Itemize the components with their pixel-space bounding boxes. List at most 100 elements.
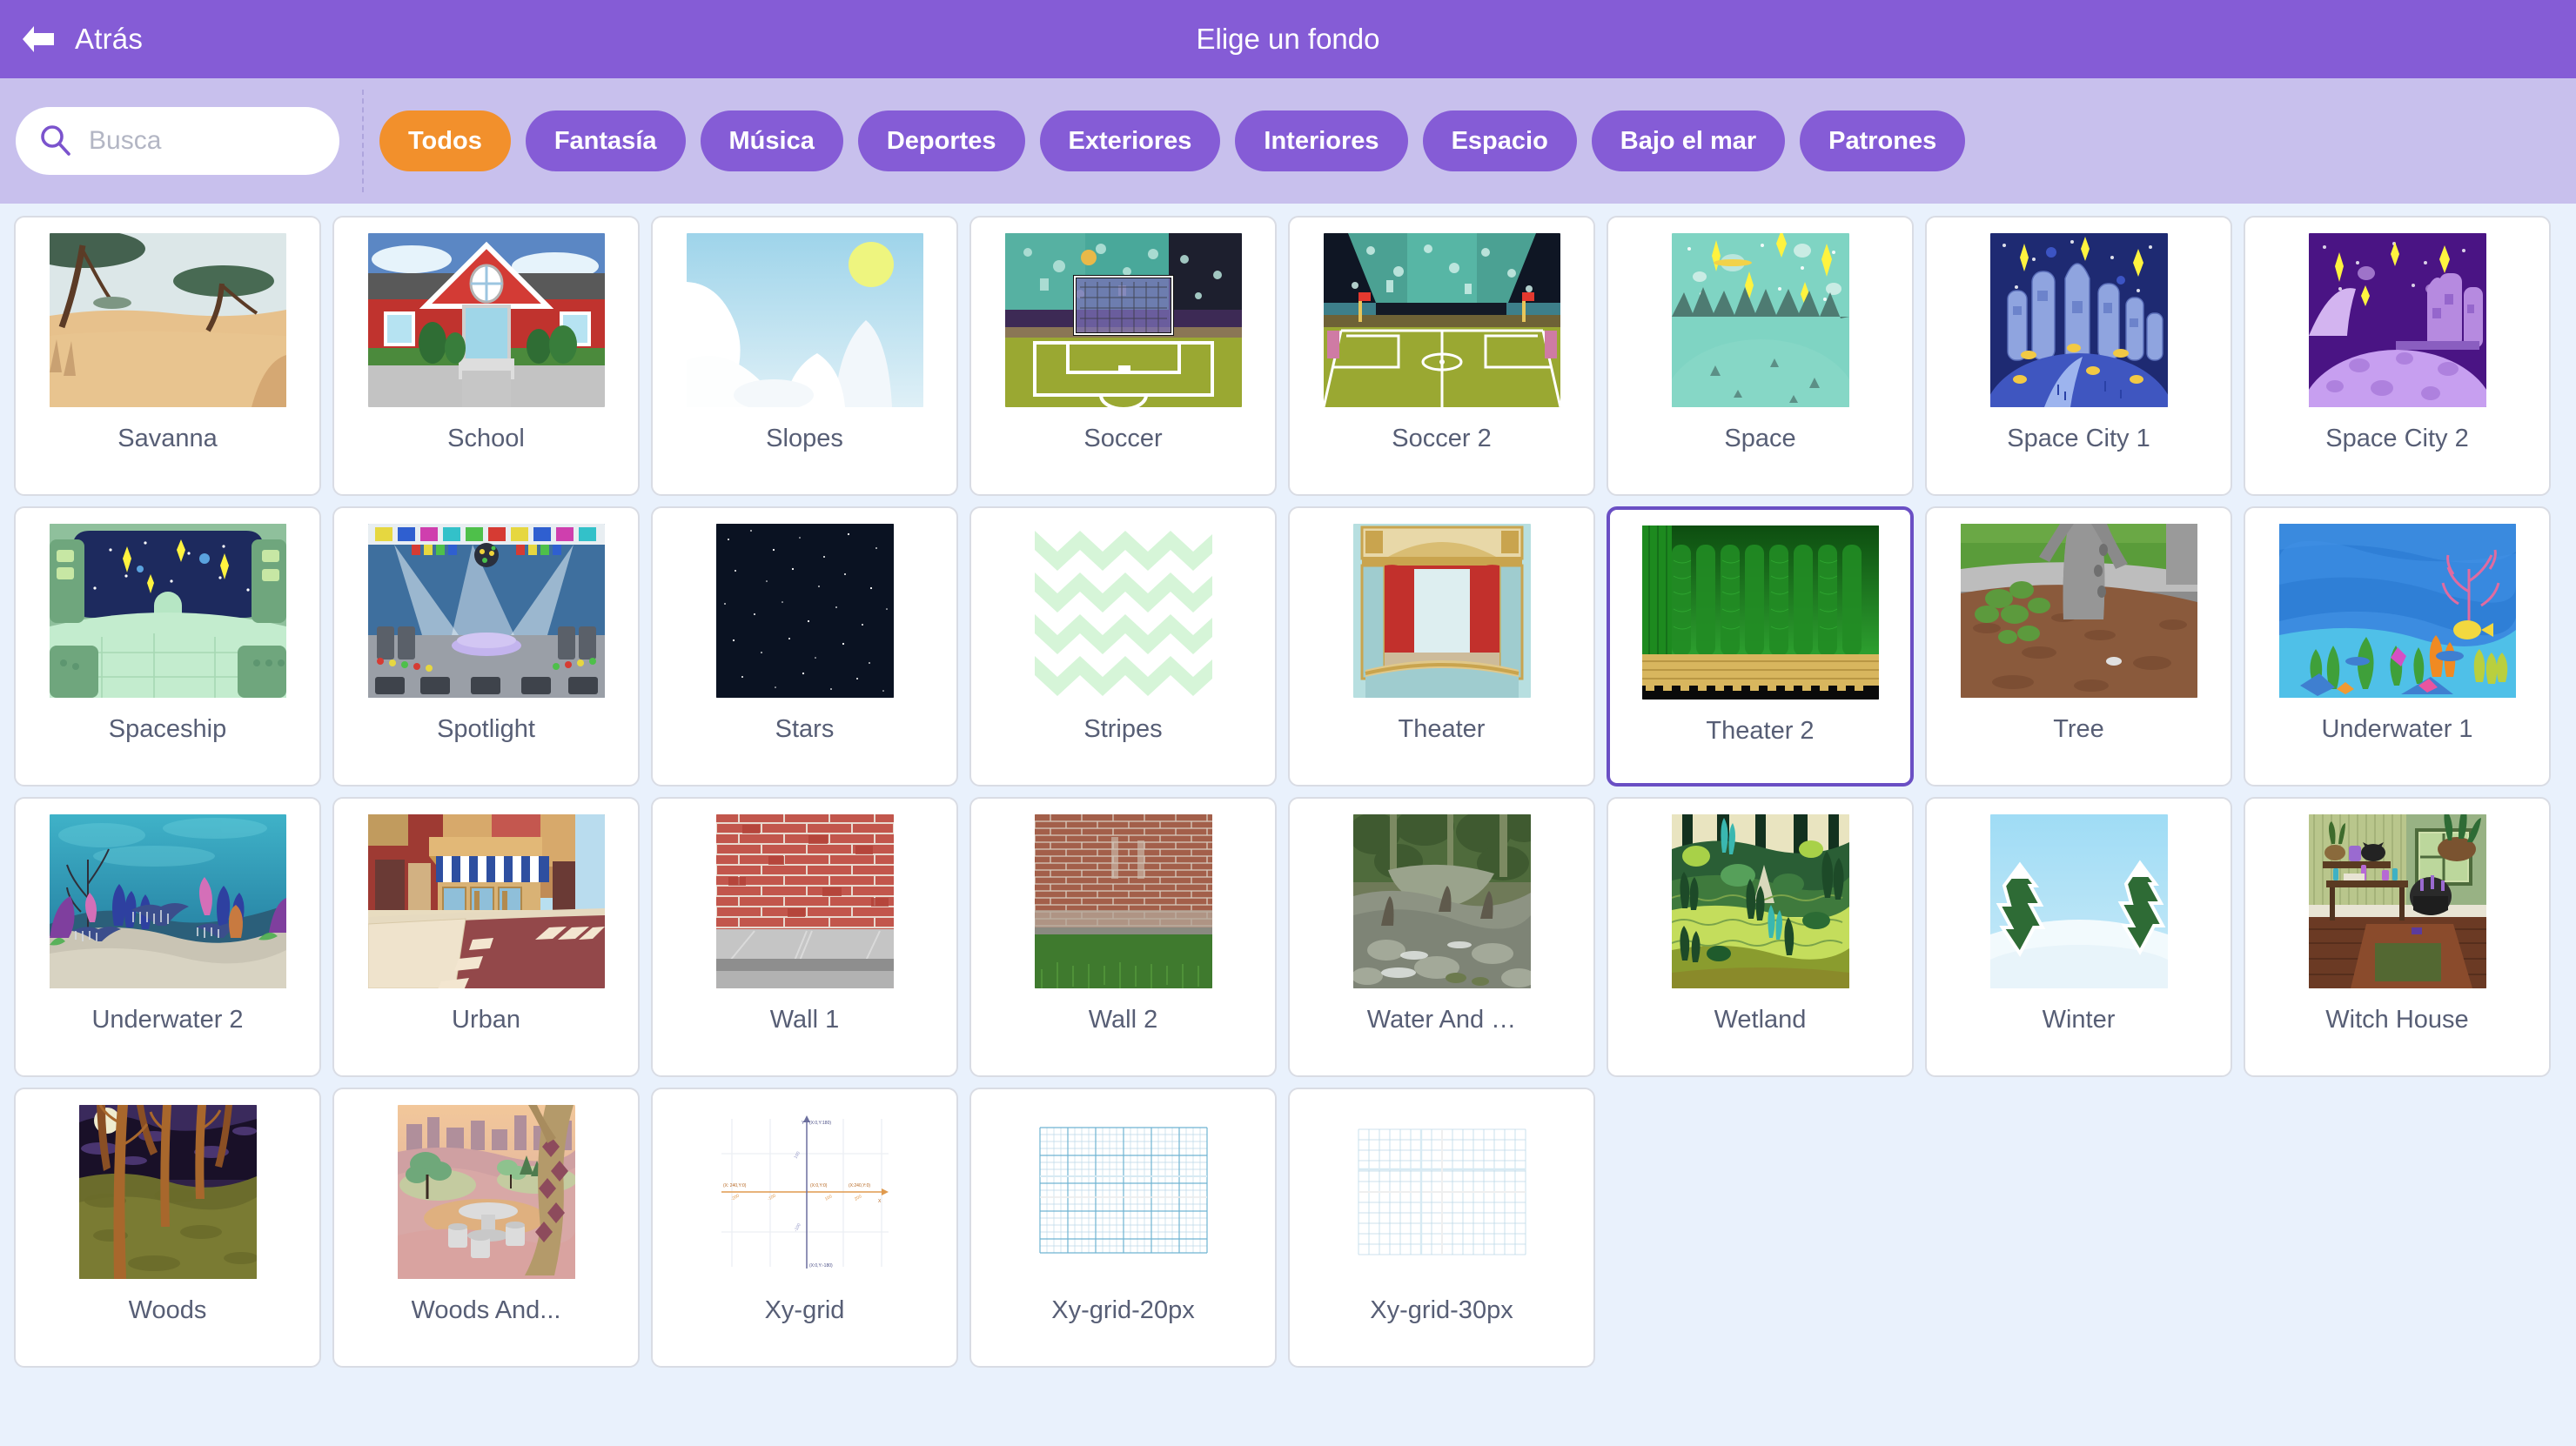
backdrop-card[interactable]: Witch House bbox=[2244, 797, 2551, 1077]
category-tag-exteriores[interactable]: Exteriores bbox=[1039, 110, 1221, 171]
backdrop-label: Xy-grid-30px bbox=[1370, 1296, 1513, 1324]
backdrop-label: Soccer bbox=[1083, 425, 1163, 452]
backdrop-label: Witch House bbox=[2325, 1006, 2469, 1034]
backdrop-card[interactable]: Winter bbox=[1925, 797, 2232, 1077]
category-tag-todos[interactable]: Todos bbox=[379, 110, 511, 171]
search-box[interactable] bbox=[16, 107, 339, 175]
backdrop-thumbnail bbox=[2245, 524, 2549, 698]
backdrop-card[interactable]: Woods bbox=[14, 1088, 321, 1368]
backdrop-label: Soccer 2 bbox=[1392, 425, 1492, 452]
backdrop-thumbnail bbox=[16, 524, 319, 698]
backdrop-thumbnail bbox=[1927, 233, 2231, 407]
backdrop-card[interactable]: Spaceship bbox=[14, 506, 321, 787]
backdrop-label: Winter bbox=[2042, 1006, 2116, 1034]
backdrop-card[interactable]: Underwater 2 bbox=[14, 797, 321, 1077]
backdrop-card[interactable]: Urban bbox=[332, 797, 640, 1077]
backdrop-card[interactable]: Wall 1 bbox=[651, 797, 958, 1077]
backdrop-label: Wall 2 bbox=[1088, 1006, 1158, 1034]
backdrop-thumbnail bbox=[1927, 524, 2231, 698]
backdrop-label: Urban bbox=[452, 1006, 520, 1034]
svg-text:(X:0,Y:-180): (X:0,Y:-180) bbox=[809, 1263, 833, 1269]
backdrop-card[interactable]: Spotlight bbox=[332, 506, 640, 787]
backdrop-thumbnail bbox=[971, 524, 1275, 698]
backdrop-card[interactable]: Wetland bbox=[1607, 797, 1914, 1077]
category-tag-interiores[interactable]: Interiores bbox=[1235, 110, 1408, 171]
backdrop-card[interactable]: Soccer bbox=[969, 216, 1277, 496]
backdrop-label: Savanna bbox=[117, 425, 218, 452]
backdrop-thumbnail bbox=[16, 233, 319, 407]
backdrop-label: Stripes bbox=[1083, 715, 1163, 743]
backdrop-thumbnail bbox=[1608, 814, 1912, 988]
backdrop-thumbnail bbox=[16, 814, 319, 988]
backdrop-card[interactable]: (X: 240,Y:0) (X:0,Y:0) (X:240,Y:0) X (X:0,Y:… bbox=[651, 1088, 958, 1368]
backdrop-card[interactable]: Underwater 1 bbox=[2244, 506, 2551, 787]
backdrop-thumbnail bbox=[653, 524, 956, 698]
backdrop-label: School bbox=[447, 425, 525, 452]
backdrop-thumbnail bbox=[2245, 233, 2549, 407]
backdrop-label: Woods bbox=[128, 1296, 207, 1324]
category-tag-música[interactable]: Música bbox=[700, 110, 843, 171]
backdrop-card[interactable]: Tree bbox=[1925, 506, 2232, 787]
back-button[interactable]: Atrás bbox=[0, 23, 143, 56]
backdrop-thumbnail bbox=[334, 814, 638, 988]
backdrop-card[interactable]: Soccer 2 bbox=[1288, 216, 1595, 496]
backdrop-card[interactable]: Slopes bbox=[651, 216, 958, 496]
backdrop-thumbnail: (X: 240,Y:0) (X:0,Y:0) (X:240,Y:0) X (X:0,Y:… bbox=[653, 1105, 956, 1279]
backdrop-card[interactable]: Theater bbox=[1288, 506, 1595, 787]
backdrop-label: Xy-grid bbox=[764, 1296, 845, 1324]
backdrop-card[interactable]: Space bbox=[1607, 216, 1914, 496]
svg-text:(X:0,Y:180): (X:0,Y:180) bbox=[809, 1121, 831, 1126]
svg-text:(X:0,Y:0): (X:0,Y:0) bbox=[810, 1183, 828, 1188]
backdrop-card[interactable]: Woods And... bbox=[332, 1088, 640, 1368]
backdrop-card[interactable]: Water And … bbox=[1288, 797, 1595, 1077]
category-tag-espacio[interactable]: Espacio bbox=[1422, 110, 1577, 171]
backdrop-thumbnail bbox=[1610, 526, 1910, 700]
svg-text:(X: 240,Y:0): (X: 240,Y:0) bbox=[723, 1183, 747, 1188]
backdrop-grid: Savanna School Slopes Soccer Soccer 2 Space Sp… bbox=[0, 204, 2576, 1446]
backdrop-card[interactable]: Xy-grid-20px bbox=[969, 1088, 1277, 1368]
backdrop-card[interactable]: Theater 2 bbox=[1607, 506, 1914, 787]
backdrop-thumbnail bbox=[1290, 524, 1593, 698]
backdrop-card[interactable]: Stripes bbox=[969, 506, 1277, 787]
backdrop-thumbnail bbox=[653, 233, 956, 407]
backdrop-card[interactable]: Wall 2 bbox=[969, 797, 1277, 1077]
page-title: Elige un fondo bbox=[1196, 23, 1380, 55]
category-tag-list: Todos Fantasía Música Deportes Exteriores Int… bbox=[379, 110, 1966, 171]
backdrop-label: Spaceship bbox=[108, 715, 227, 743]
backdrop-label: Theater bbox=[1398, 715, 1486, 743]
backdrop-label: Water And … bbox=[1366, 1006, 1517, 1034]
backdrop-label: Wetland bbox=[1714, 1006, 1807, 1034]
backdrop-label: Slopes bbox=[766, 425, 843, 452]
top-header: Atrás Elige un fondo bbox=[0, 0, 2576, 78]
backdrop-thumbnail bbox=[334, 233, 638, 407]
backdrop-label: Space bbox=[1724, 425, 1796, 452]
backdrop-label: Space City 1 bbox=[2007, 425, 2150, 452]
backdrop-thumbnail bbox=[971, 814, 1275, 988]
backdrop-card[interactable]: Space City 2 bbox=[2244, 216, 2551, 496]
backdrop-thumbnail bbox=[971, 233, 1275, 407]
category-tag-deportes[interactable]: Deportes bbox=[857, 110, 1025, 171]
backdrop-thumbnail bbox=[1608, 233, 1912, 407]
backdrop-label: Tree bbox=[2053, 715, 2104, 743]
backdrop-card[interactable]: Xy-grid-30px bbox=[1288, 1088, 1595, 1368]
backdrop-label: Stars bbox=[775, 715, 835, 743]
category-tag-patrones[interactable]: Patrones bbox=[1800, 110, 1966, 171]
backdrop-card[interactable]: Savanna bbox=[14, 216, 321, 496]
backdrop-label: Xy-grid-20px bbox=[1051, 1296, 1195, 1324]
search-input[interactable] bbox=[89, 126, 317, 156]
backdrop-thumbnail bbox=[1290, 233, 1593, 407]
backdrop-card[interactable]: Space City 1 bbox=[1925, 216, 2232, 496]
backdrop-thumbnail bbox=[1927, 814, 2231, 988]
backdrop-label: Space City 2 bbox=[2325, 425, 2469, 452]
category-tag-bajo-el-mar[interactable]: Bajo el mar bbox=[1591, 110, 1786, 171]
backdrop-thumbnail bbox=[2245, 814, 2549, 988]
backdrop-card[interactable]: School bbox=[332, 216, 640, 496]
filter-bar: TodosFantasíaMúsicaDeportesExterioresInt… bbox=[0, 78, 2576, 204]
backdrop-card[interactable]: Stars bbox=[651, 506, 958, 787]
backdrop-label: Underwater 2 bbox=[91, 1006, 244, 1034]
category-tag-fantasía[interactable]: Fantasía bbox=[525, 110, 686, 171]
back-label: Atrás bbox=[75, 23, 144, 55]
backdrop-thumbnail bbox=[334, 524, 638, 698]
backdrop-thumbnail bbox=[971, 1105, 1275, 1279]
search-icon bbox=[41, 125, 70, 156]
